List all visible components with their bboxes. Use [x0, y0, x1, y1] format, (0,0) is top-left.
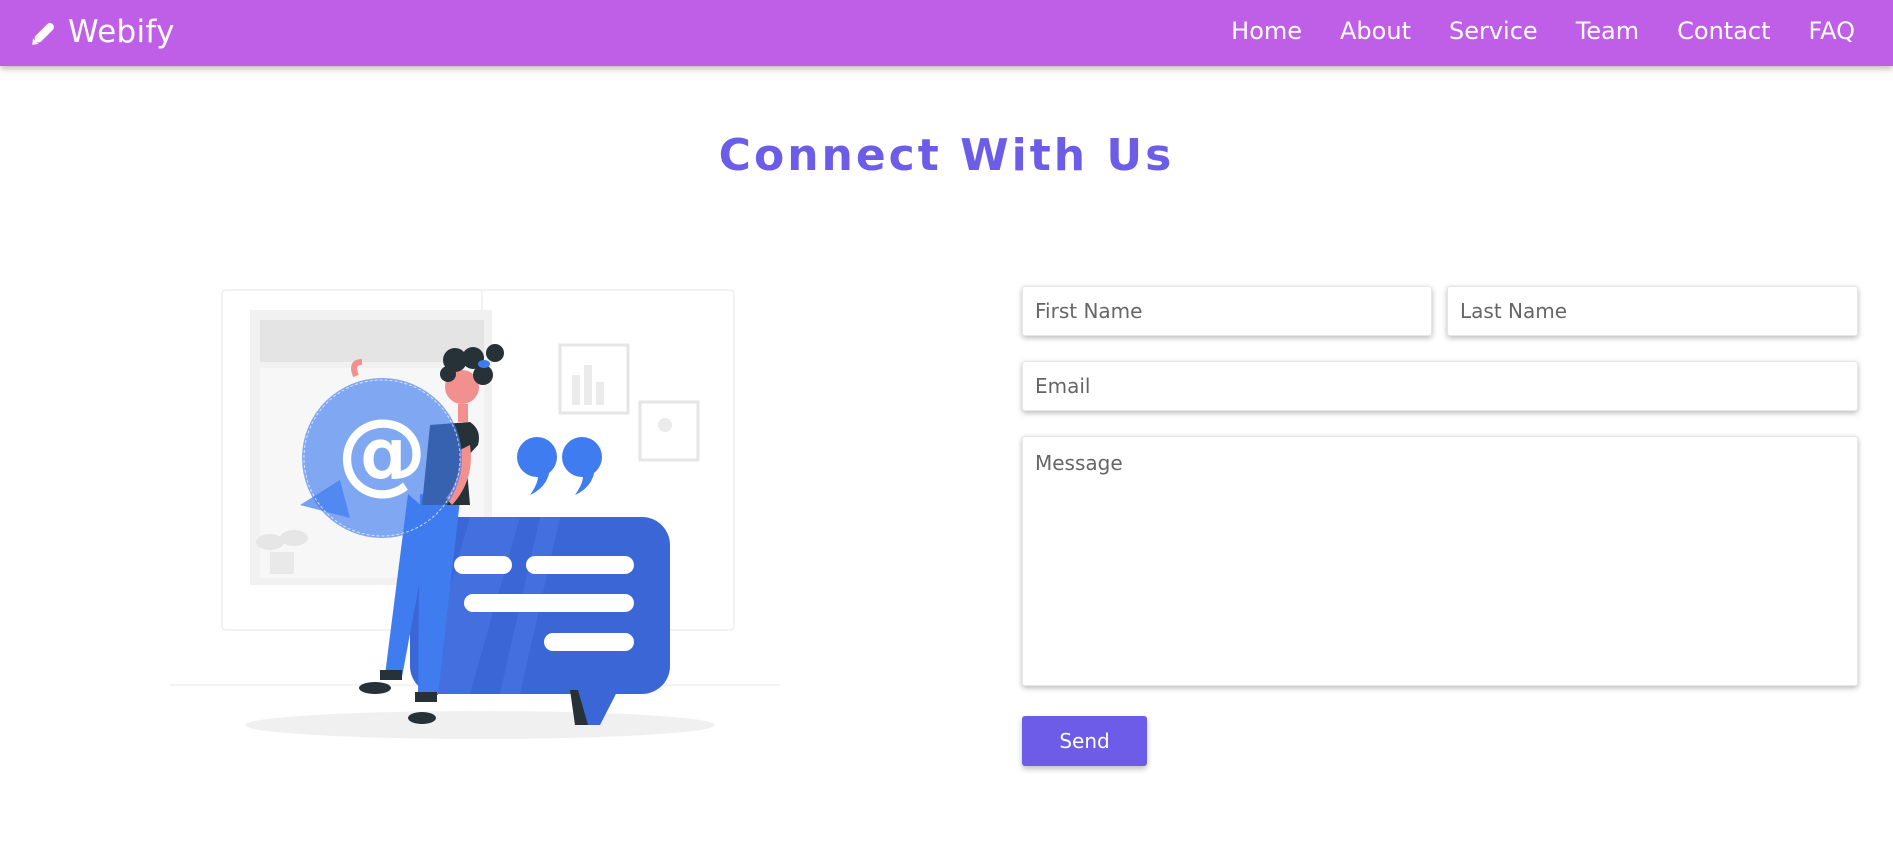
nav-link-contact[interactable]: Contact	[1677, 17, 1770, 45]
nav-link-home[interactable]: Home	[1231, 17, 1302, 45]
nav-link-about[interactable]: About	[1340, 17, 1411, 45]
plant	[256, 534, 284, 550]
send-button[interactable]: Send	[1022, 716, 1147, 766]
svg-text:@: @	[337, 400, 427, 505]
page-title: Connect With Us	[718, 130, 1175, 181]
navbar: Webify Home About Service Team Contact F…	[0, 0, 1893, 66]
brand-name: Webify	[68, 14, 175, 50]
brand-logo[interactable]: Webify	[28, 10, 175, 54]
message-textarea[interactable]	[1022, 436, 1858, 686]
nav-link-team[interactable]: Team	[1576, 17, 1639, 45]
nav-link-service[interactable]: Service	[1449, 17, 1538, 45]
floor-shadow	[245, 711, 715, 739]
nav-link-faq[interactable]: FAQ	[1809, 17, 1856, 45]
first-name-input[interactable]	[1022, 286, 1432, 336]
email-input[interactable]	[1022, 361, 1858, 411]
pencil-icon	[32, 23, 54, 45]
nav-menu: Home About Service Team Contact FAQ	[1193, 0, 1855, 62]
last-name-input[interactable]	[1447, 286, 1858, 336]
contact-illustration: @	[170, 289, 780, 739]
